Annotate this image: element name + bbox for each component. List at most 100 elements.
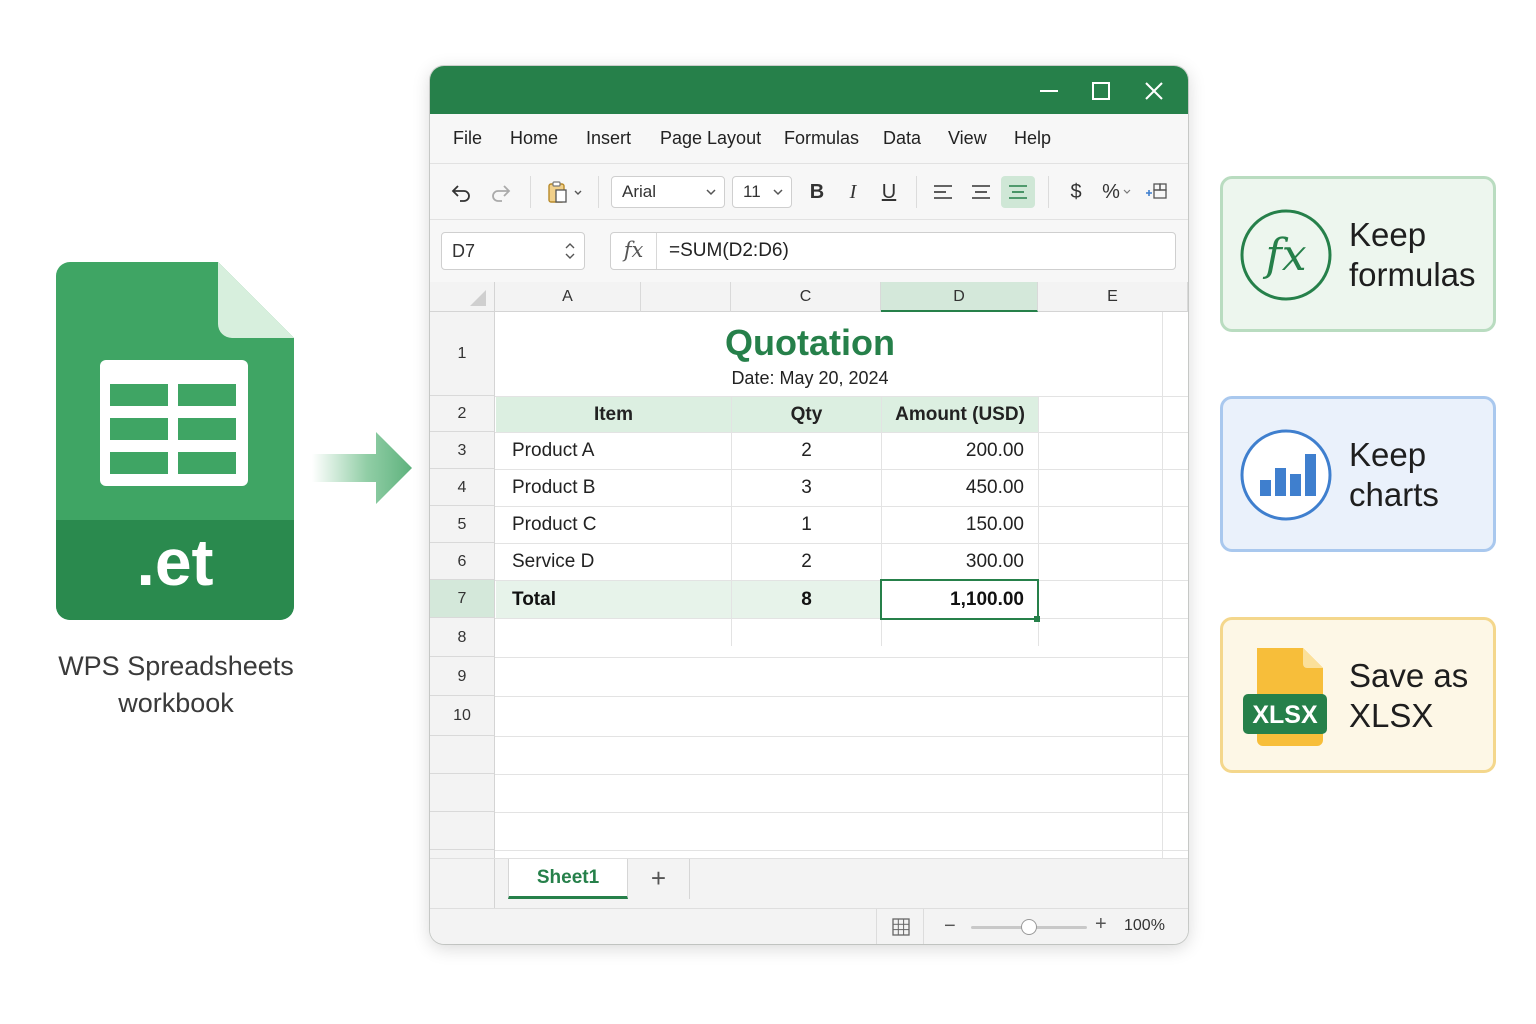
formula-input[interactable]: fx =SUM(D2:D6) [610, 232, 1176, 270]
zoom-slider-thumb[interactable] [1021, 919, 1037, 935]
file-caption: WPS Spreadsheets workbook [30, 648, 322, 722]
select-all-corner[interactable] [430, 282, 495, 312]
fx-icon-text: fx [1262, 230, 1306, 281]
underline-label: U [881, 180, 897, 203]
close-button[interactable] [1139, 76, 1169, 106]
cell-item[interactable]: Product A [512, 432, 594, 469]
cell-grid[interactable]: A C D E 1 2 3 4 5 6 7 8 9 10 Quotation D… [430, 282, 1188, 944]
bold-button[interactable]: B [802, 176, 832, 208]
font-size-value: 11 [743, 182, 761, 201]
row-header-5[interactable]: 5 [430, 506, 495, 543]
percent-format-button[interactable]: % [1098, 176, 1136, 208]
cell-qty[interactable]: 2 [732, 543, 881, 580]
total-label[interactable]: Total [496, 581, 731, 618]
name-box[interactable]: D7 [441, 232, 585, 270]
header-qty[interactable]: Qty [732, 397, 881, 432]
updown-chevron-icon [564, 239, 576, 275]
bold-label: B [809, 180, 825, 203]
column-header-b[interactable] [641, 282, 731, 312]
italic-button[interactable]: I [838, 176, 868, 208]
xlsx-file-icon: XLSX [1243, 648, 1327, 746]
cell-amount[interactable]: 150.00 [882, 506, 1024, 543]
merge-cells-icon[interactable] [1142, 176, 1172, 208]
file-caption-line1: WPS Spreadsheets [58, 651, 294, 681]
et-file-icon: .et [56, 262, 294, 620]
sheet-tab-sheet1[interactable]: Sheet1 [508, 859, 628, 899]
menu-bar: File Home Insert Page Layout Formulas Da… [430, 114, 1188, 164]
spreadsheet-window: File Home Insert Page Layout Formulas Da… [430, 66, 1188, 944]
menu-home[interactable]: Home [510, 128, 558, 149]
card-title-line1: Keep [1349, 216, 1427, 253]
cell-item[interactable]: Product B [512, 469, 595, 506]
cell-item[interactable]: Service D [512, 543, 594, 580]
row-header-9[interactable]: 9 [430, 657, 495, 696]
selected-cell-d7[interactable] [880, 579, 1039, 620]
column-header-e[interactable]: E [1038, 282, 1188, 312]
percent-label: % [1102, 180, 1120, 203]
chevron-down-icon [771, 177, 785, 217]
menu-view[interactable]: View [948, 128, 987, 149]
sheet-tab-bar: Sheet1 + [430, 858, 1188, 909]
currency-label: $ [1070, 180, 1082, 203]
chevron-down-icon [704, 177, 718, 217]
cell-qty[interactable]: 1 [732, 506, 881, 543]
header-amount[interactable]: Amount (USD) [882, 397, 1038, 432]
header-item[interactable]: Item [496, 397, 731, 432]
redo-button[interactable] [486, 176, 516, 208]
card-title-line2: XLSX [1349, 697, 1434, 734]
menu-file[interactable]: File [453, 128, 482, 149]
cell-amount[interactable]: 450.00 [882, 469, 1024, 506]
menu-insert[interactable]: Insert [586, 128, 631, 149]
cell-qty[interactable]: 3 [732, 469, 881, 506]
zoom-out-button[interactable]: − [944, 915, 956, 938]
font-name-select[interactable]: Arial [611, 176, 725, 208]
column-header-d[interactable]: D [881, 282, 1038, 312]
menu-help[interactable]: Help [1014, 128, 1051, 149]
grid-view-icon [892, 918, 910, 936]
file-extension-label: .et [136, 525, 214, 599]
row-header-2[interactable]: 2 [430, 396, 495, 432]
menu-page-layout[interactable]: Page Layout [660, 128, 761, 149]
row-header-4[interactable]: 4 [430, 469, 495, 506]
column-header-a[interactable]: A [495, 282, 641, 312]
undo-button[interactable] [446, 176, 476, 208]
feature-card-keep-formulas: fx Keep formulas [1220, 176, 1496, 332]
row-header-7[interactable]: 7 [430, 580, 495, 618]
cell-qty[interactable]: 2 [732, 432, 881, 469]
row-header-1[interactable]: 1 [430, 312, 495, 396]
align-left-button[interactable] [928, 176, 958, 208]
cell-amount[interactable]: 200.00 [882, 432, 1024, 469]
row-header-6[interactable]: 6 [430, 543, 495, 580]
paste-button[interactable] [544, 176, 586, 208]
fx-icon: fx [1240, 209, 1332, 301]
feature-card-save-xlsx: XLSX Save as XLSX [1220, 617, 1496, 773]
align-center-button[interactable] [966, 176, 996, 208]
add-sheet-button[interactable]: + [628, 859, 690, 899]
align-justify-button[interactable] [1001, 176, 1035, 208]
maximize-button[interactable] [1086, 76, 1116, 106]
xlsx-icon-text: XLSX [1252, 701, 1318, 729]
cell-item[interactable]: Product C [512, 506, 596, 543]
minimize-button[interactable] [1034, 76, 1064, 106]
feature-card-keep-charts: Keep charts [1220, 396, 1496, 552]
row-header-8[interactable]: 8 [430, 618, 495, 657]
cell-amount[interactable]: 300.00 [882, 543, 1024, 580]
row-header-10[interactable]: 10 [430, 696, 495, 736]
row-header-3[interactable]: 3 [430, 432, 495, 469]
font-size-select[interactable]: 11 [732, 176, 792, 208]
toolbar: Arial 11 B I U $ % [430, 164, 1188, 220]
total-qty[interactable]: 8 [732, 581, 881, 618]
title-bar [430, 66, 1188, 114]
menu-data[interactable]: Data [883, 128, 921, 149]
zoom-in-button[interactable]: + [1095, 913, 1107, 936]
normal-view-button[interactable] [876, 909, 924, 944]
row-header-blank [430, 774, 495, 812]
row-header-blank [430, 736, 495, 774]
column-header-c[interactable]: C [731, 282, 881, 312]
fill-handle[interactable] [1034, 616, 1040, 622]
fx-icon: fx [611, 233, 657, 269]
underline-button[interactable]: U [874, 176, 904, 208]
convert-arrow-icon [312, 430, 416, 506]
currency-format-button[interactable]: $ [1062, 176, 1090, 208]
menu-formulas[interactable]: Formulas [784, 128, 859, 149]
